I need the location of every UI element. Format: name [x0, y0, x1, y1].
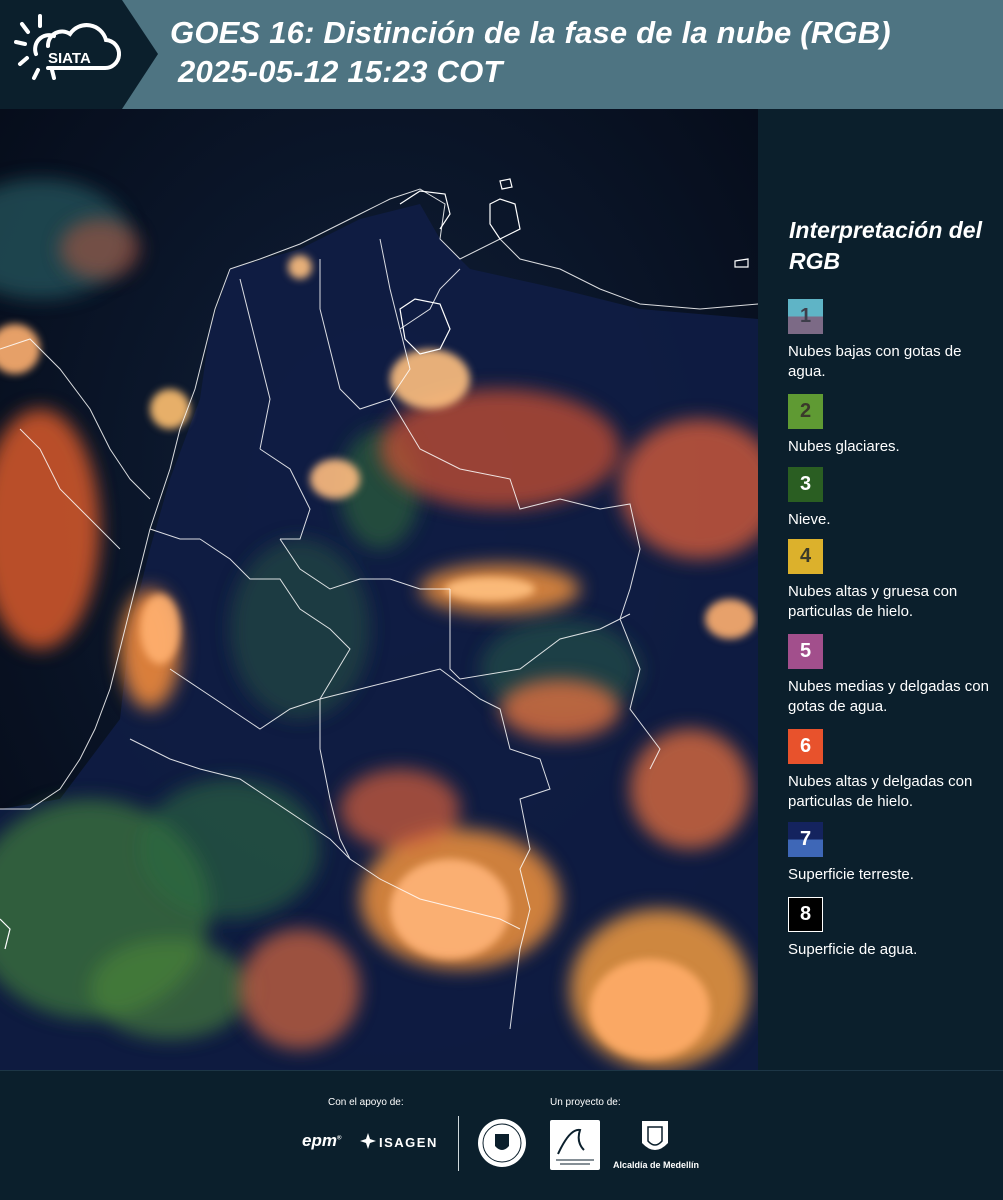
university-seal-icon	[478, 1119, 526, 1167]
legend-label: Nubes altas y delgadas con particulas de…	[788, 773, 973, 810]
satellite-image	[0, 109, 758, 1070]
legend-swatch: 8	[788, 897, 823, 932]
alcaldia-logo: Alcaldía de Medellín	[613, 1160, 700, 1170]
legend-swatch: 5	[788, 634, 823, 669]
legend-item-3: 3 Nieve.	[788, 467, 1000, 530]
project-label: Un proyecto de:	[550, 1097, 621, 1108]
isagen-logo: ISAGEN	[379, 1135, 438, 1150]
legend-item-4: 4 Nubes altas y gruesa con particulas de …	[788, 539, 1000, 622]
legend-label: Superficie terreste.	[788, 866, 914, 883]
legend-label: Nieve.	[788, 511, 831, 528]
area-metropolitana-icon	[556, 1128, 594, 1165]
legend-label: Nubes altas y gruesa con particulas de h…	[788, 583, 958, 620]
epm-text: epm	[302, 1131, 337, 1150]
area-metropolitana-logo	[550, 1120, 600, 1170]
legend-panel: Interpretación del RGB 1 Nubes bajas con …	[758, 109, 1003, 1070]
alcaldia-shield-icon	[642, 1121, 668, 1150]
support-label: Con el apoyo de:	[328, 1097, 404, 1108]
page-timestamp: 2025-05-12 15:23 COT	[178, 54, 503, 89]
legend-item-7: 7 Superficie terreste.	[788, 822, 1000, 885]
legend-item-5: 5 Nubes medias y delgadas con gotas de ag…	[788, 634, 1000, 717]
epm-logo: epm®	[302, 1131, 342, 1150]
header-bar: SIATA GOES 16: Distinción de la fase de …	[0, 0, 1003, 109]
isagen-star-icon	[360, 1133, 376, 1149]
legend-label: Nubes medias y delgadas con gotas de agu…	[788, 678, 989, 715]
satellite-map[interactable]	[0, 109, 758, 1070]
legend-swatch: 1	[788, 299, 823, 334]
siata-logo: SIATA	[0, 0, 158, 109]
sun-cloud-icon: SIATA	[14, 14, 122, 80]
legend-item-2: 2 Nubes glaciares.	[788, 394, 1000, 457]
legend-swatch: 4	[788, 539, 823, 574]
legend-swatch: 7	[788, 822, 823, 857]
legend-item-6: 6 Nubes altas y delgadas con particulas d…	[788, 729, 1000, 812]
legend-swatch: 3	[788, 467, 823, 502]
legend-label: Nubes glaciares.	[788, 438, 900, 455]
legend-item-8: 8 Superficie de agua.	[788, 897, 1000, 960]
logo-text: SIATA	[48, 50, 91, 67]
legend-label: Superficie de agua.	[788, 941, 918, 958]
footer: Con el apoyo de: Un proyecto de: epm® IS…	[0, 1070, 1003, 1200]
footer-divider	[458, 1116, 459, 1171]
legend-title: Interpretación del RGB	[789, 217, 982, 274]
legend-item-1: 1 Nubes bajas con gotas de agua.	[788, 299, 1000, 382]
legend-swatch: 2	[788, 394, 823, 429]
page-title: GOES 16: Distinción de la fase de la nub…	[170, 15, 891, 50]
legend-label: Nubes bajas con gotas de agua.	[788, 343, 962, 380]
legend-swatch: 6	[788, 729, 823, 764]
